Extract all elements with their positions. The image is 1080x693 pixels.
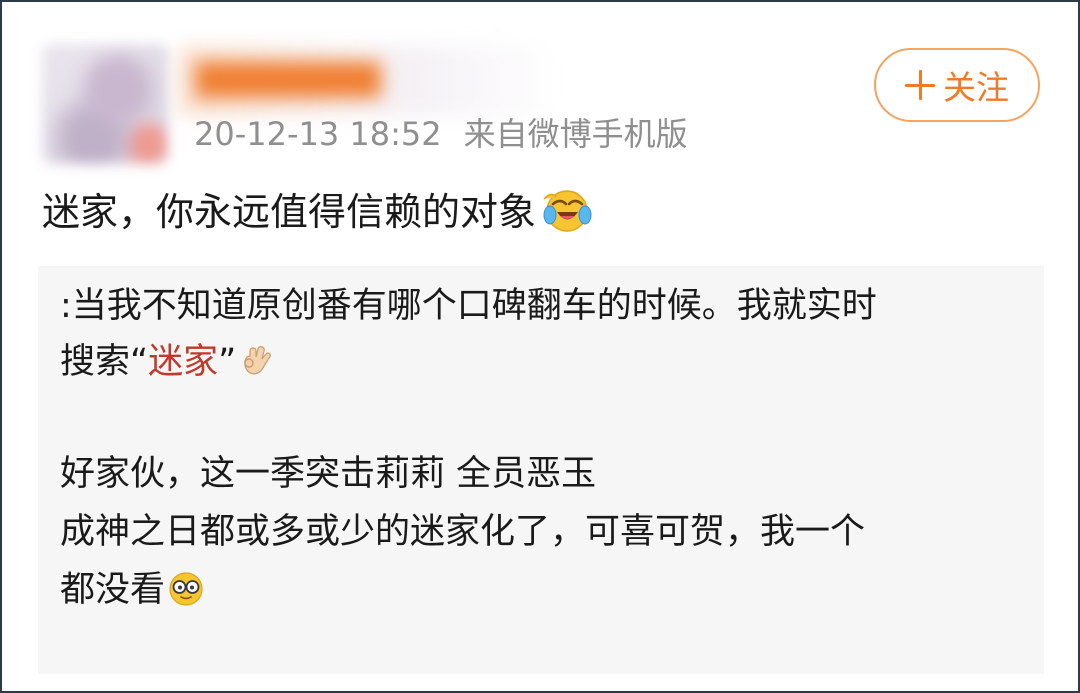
repost-block[interactable]: :当我不知道原创番有哪个口碑翻车的时候。我就实时 搜索“迷家” 好家伙，这一季突… bbox=[38, 266, 1044, 674]
post-text: 迷家，你永远值得信赖的对象 bbox=[42, 182, 592, 242]
author-name[interactable]: ████████ bbox=[178, 46, 550, 116]
repost-line-2-prefix: 搜索“ bbox=[60, 342, 149, 382]
avatar[interactable] bbox=[42, 44, 168, 164]
follow-button[interactable]: 关注 bbox=[874, 48, 1040, 122]
ok-hand-emoji-icon bbox=[244, 346, 272, 375]
repost-line-5: 都没看 bbox=[60, 562, 205, 618]
follow-label: 关注 bbox=[943, 68, 1009, 107]
post-timestamp[interactable]: 20-12-13 18:52 bbox=[194, 115, 442, 153]
laugh-cry-emoji-icon bbox=[543, 190, 592, 232]
post-source: 来自微博手机版 bbox=[463, 115, 688, 153]
post-text-content: 迷家，你永远值得信赖的对象 bbox=[42, 190, 537, 234]
weibo-post-card: ████████ 20-12-13 18:52 来自微博手机版 关注 迷家，你永远… bbox=[0, 0, 1080, 693]
nerd-glasses-emoji-icon bbox=[169, 572, 203, 606]
plus-icon bbox=[905, 70, 935, 100]
repost-line-5-text: 都没看 bbox=[60, 570, 166, 610]
repost-line-4: 成神之日都或多或少的迷家化了，可喜可贺，我一个 bbox=[60, 512, 866, 552]
repost-line-2-suffix: ” bbox=[218, 342, 237, 382]
repost-line-3: 好家伙，这一季突击莉莉 全员恶玉 bbox=[60, 454, 597, 494]
repost-line-2: 搜索“迷家” bbox=[60, 334, 274, 390]
post-meta: 20-12-13 18:52 来自微博手机版 bbox=[194, 114, 688, 154]
repost-line-1: :当我不知道原创番有哪个口碑翻车的时候。我就实时 bbox=[60, 286, 877, 326]
search-keyword-link[interactable]: 迷家 bbox=[148, 342, 218, 382]
